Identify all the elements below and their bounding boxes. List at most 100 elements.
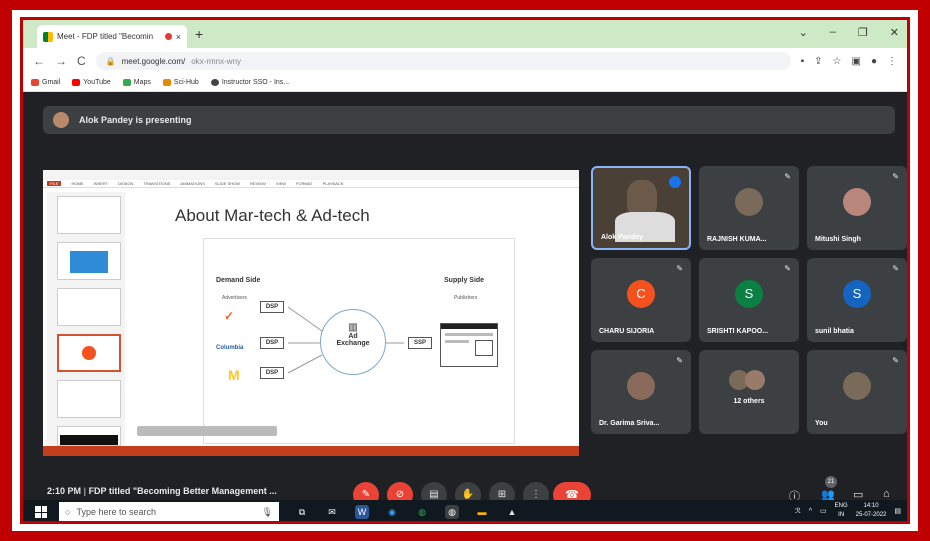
- language-indicator[interactable]: ENG IN: [835, 502, 848, 520]
- bookmark-scihub[interactable]: Sci-Hub: [162, 79, 199, 86]
- search-placeholder: Type here to search: [76, 507, 156, 517]
- ppt-file-tab: FILE: [47, 181, 62, 186]
- demand-side-label: Demand Side: [216, 277, 261, 284]
- share-icon[interactable]: ⇪: [814, 56, 822, 67]
- forward-icon[interactable]: →: [55, 54, 67, 68]
- others-tile[interactable]: 12 others: [699, 350, 799, 434]
- advertisers-label: Advertisers: [222, 295, 248, 301]
- file-explorer-icon[interactable]: ▬: [475, 505, 489, 519]
- bookmark-instructor-sso[interactable]: Instructor SSO - Ins...: [210, 79, 289, 86]
- browser-tab-meet[interactable]: Meet - FDP titled "Becomin ×: [37, 25, 187, 48]
- presenting-text: Alok Pandey is presenting: [79, 115, 192, 125]
- participant-count-badge: 21: [825, 476, 837, 488]
- participant-initial-avatar: S: [735, 280, 763, 308]
- back-icon[interactable]: ←: [33, 54, 45, 68]
- self-tile[interactable]: ✎ You: [807, 350, 907, 434]
- microphone-icon: 🎙: [261, 506, 273, 517]
- ppt-scrollbar[interactable]: [137, 426, 277, 436]
- activities-button[interactable]: ⌂: [883, 488, 890, 500]
- participant-name: Mitushi Singh: [815, 236, 861, 243]
- url-field[interactable]: 🔒 meet.google.com/okx-rmnx-wny: [95, 52, 791, 70]
- bookmark-star-icon[interactable]: ☆: [833, 56, 842, 67]
- reload-icon[interactable]: C: [77, 54, 86, 68]
- taskbar-clock[interactable]: 14:10 25-07-2022: [856, 502, 887, 520]
- mic-off-icon: ✎: [676, 264, 683, 273]
- google-meet-icon: [43, 31, 53, 42]
- photos-icon[interactable]: ▲: [505, 505, 519, 519]
- participant-name: CHARU SIJORIA: [599, 328, 655, 335]
- profile-avatar[interactable]: ●: [871, 56, 877, 67]
- camera-icon[interactable]: ▪: [801, 56, 805, 67]
- slide-thumb: [57, 288, 121, 326]
- participant-avatar: [735, 188, 763, 216]
- bookmark-gmail[interactable]: Gmail: [31, 79, 60, 86]
- notifications-icon[interactable]: ▤: [894, 507, 901, 515]
- nike-logo-icon: ✓: [224, 309, 235, 323]
- gmail-icon: [31, 79, 39, 86]
- slide-thumbnails: [47, 192, 125, 446]
- participant-name: Dr. Garima Sriva...: [599, 420, 660, 427]
- word-icon[interactable]: W: [355, 505, 369, 519]
- participant-initial-avatar: S: [843, 280, 871, 308]
- activities-icon: ⌂: [883, 488, 890, 500]
- bookmark-maps[interactable]: Maps: [122, 79, 151, 86]
- participant-name: You: [815, 420, 828, 427]
- slide-title: About Mar-tech & Ad-tech: [175, 206, 370, 225]
- participant-tile[interactable]: ✎ S sunil bhatia: [807, 258, 907, 342]
- recording-icon: [164, 33, 172, 40]
- network-icon[interactable]: ▭: [820, 507, 827, 515]
- tab-close-icon[interactable]: ×: [176, 32, 181, 42]
- bookmark-youtube[interactable]: YouTube: [72, 79, 111, 86]
- dsp-box: DSP: [260, 301, 284, 313]
- participant-tile[interactable]: ✎ C CHARU SIJORIA: [591, 258, 691, 342]
- chevron-up-icon[interactable]: ^: [809, 508, 812, 515]
- participant-avatar: [843, 188, 871, 216]
- new-tab-button[interactable]: +: [195, 26, 203, 42]
- windows-taskbar: ○ Type here to search 🎙 ⧉ ✉ W ◉ ◍ ◍ ▬ ▲ …: [23, 500, 907, 521]
- adtech-diagram: Demand Side Advertisers Supply Side Publ…: [203, 238, 515, 444]
- close-window-icon[interactable]: ✕: [890, 26, 899, 39]
- participant-tile[interactable]: ✎ Mitushi Singh: [807, 166, 907, 250]
- slide-thumb: [57, 380, 121, 418]
- hand-icon: ✋: [461, 489, 475, 500]
- mcdonalds-logo-icon: M: [228, 367, 240, 383]
- sidebar-icon[interactable]: ▣: [852, 56, 861, 67]
- taskbar-search-input[interactable]: ○ Type here to search 🎙: [59, 502, 279, 521]
- participant-tile[interactable]: ✎ RAJNISH KUMA...: [699, 166, 799, 250]
- dsp-box: DSP: [260, 337, 284, 349]
- windows-start-icon[interactable]: [35, 506, 47, 518]
- supply-side-label: Supply Side: [444, 277, 485, 284]
- slide-thumb: [57, 426, 121, 446]
- maps-icon: [122, 79, 131, 86]
- mic-off-icon: ✎: [892, 264, 899, 273]
- participant-video: [627, 180, 657, 216]
- task-view-icon[interactable]: ⧉: [295, 505, 309, 519]
- participant-tile[interactable]: ✎ Dr. Garima Sriva...: [591, 350, 691, 434]
- people-tray-icon[interactable]: ℛ: [795, 507, 801, 515]
- others-count: 12 others: [733, 398, 765, 405]
- url-host: meet.google.com/: [121, 56, 186, 66]
- exchange-line2: Exchange: [336, 340, 370, 347]
- search-icon: ○: [65, 507, 71, 517]
- chrome-icon[interactable]: ◍: [415, 505, 429, 519]
- speaking-indicator-icon: [669, 176, 681, 188]
- mic-off-icon: ✎: [892, 356, 899, 365]
- columbia-logo: Columbia: [216, 345, 244, 351]
- menu-dots-icon[interactable]: ⋮: [887, 56, 897, 67]
- edge-icon[interactable]: ◉: [385, 505, 399, 519]
- participant-tile[interactable]: ✎ S SRISHTI KAPOO...: [699, 258, 799, 342]
- restore-icon[interactable]: ❐: [858, 26, 868, 39]
- tab-search-icon[interactable]: ⌄: [799, 26, 808, 39]
- mail-icon[interactable]: ✉: [325, 505, 339, 519]
- minimize-icon[interactable]: –: [830, 26, 836, 39]
- exchange-line1: Ad: [348, 333, 358, 340]
- dsp-box: DSP: [260, 367, 284, 379]
- participant-tile[interactable]: Alok Pandey: [591, 166, 691, 250]
- presenter-avatar: [53, 112, 69, 128]
- publishers-label: Publishers: [454, 295, 478, 301]
- participant-avatar: [627, 372, 655, 400]
- slide-thumb-active: [57, 334, 121, 372]
- chrome-active-icon[interactable]: ◍: [445, 505, 459, 519]
- address-bar-row: ← → C 🔒 meet.google.com/okx-rmnx-wny ▪ ⇪…: [23, 48, 907, 74]
- mic-off-icon: ✎: [361, 489, 371, 500]
